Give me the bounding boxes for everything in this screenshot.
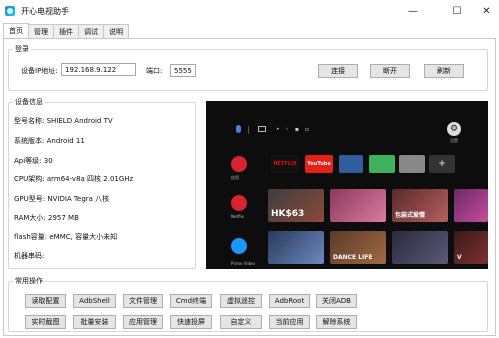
device-info-legend: 设备信息 [15,98,43,106]
info-value: arm64-v8a 四核 2.01GHz [46,175,134,183]
info-row-ram: RAM大小: 2957 MB [14,213,79,223]
info-value: 2957 MB [48,214,79,222]
file-manager-button[interactable]: 文件管理 [123,294,163,308]
current-app-button[interactable]: 当前应用 [269,315,310,329]
login-legend: 登录 [15,45,29,53]
tab-manage[interactable]: 管理 [28,24,54,38]
close-adb-button[interactable]: 关闭ADB [316,294,357,308]
poster[interactable]: DANCE LIFE [330,231,386,264]
poster[interactable] [454,189,488,222]
add-app-tile[interactable]: + [429,155,455,173]
input-source-icon [258,126,266,132]
info-row-cpu: CPU架构: arm64-v8a 四核 2.01GHz [14,174,133,184]
tab-plugins[interactable]: 插件 [53,24,79,38]
status-icons: • ◦ ▪ ▫ [276,126,311,133]
adb-root-button[interactable]: AdbRoot [269,294,310,308]
tv-screen-preview[interactable]: • ◦ ▪ ▫ ⚙ 设置 应用 Netflix Prime Video NETF… [206,101,488,269]
tab-debug[interactable]: 调试 [78,24,104,38]
adb-shell-button[interactable]: AdbShell [73,294,116,308]
info-row-os: 系统版本: Android 11 [14,136,85,146]
disconnect-button[interactable]: 断开 [370,64,410,78]
info-label: flash容量: [14,233,48,241]
virtual-remote-button[interactable]: 虚拟遥控 [220,294,262,308]
info-row-api: Api等级: 30 [14,156,53,166]
poster[interactable]: V [454,231,488,264]
info-row-gpu: GPU型号: NVIDIA Tegra 八核 [14,194,109,204]
poster[interactable] [268,231,324,264]
info-label: 系统版本: [14,137,45,145]
info-label: 型号名称: [14,117,45,125]
play-store-tile[interactable] [369,155,395,173]
refresh-button[interactable]: 刷新 [424,64,464,78]
info-value: eMMC, 容量大小未知 [49,233,118,241]
prime-video-icon [231,238,247,254]
app-tile[interactable] [399,155,425,173]
tab-home[interactable]: 首页 [3,23,29,38]
ip-label: 设备IP地址: [21,67,58,75]
read-config-button[interactable]: 读取配置 [25,294,66,308]
poster-caption: HK$63 [271,209,305,219]
info-row-model: 型号名称: SHIELD Android TV [14,116,113,126]
app-icon [5,6,15,16]
custom-button[interactable]: 自定义 [220,315,262,329]
app-tile[interactable] [339,155,363,173]
info-label: RAM大小: [14,214,46,222]
info-label: Api等级: [14,157,42,165]
quick-cast-button[interactable]: 快速投屏 [170,315,212,329]
cmd-terminal-button[interactable]: Cmd终端 [170,294,212,308]
screenshot-button[interactable]: 实时截图 [25,315,66,329]
settings-label: 设置 [450,138,458,143]
gear-icon: ⚙ [447,122,461,136]
poster[interactable]: HK$63 [268,189,324,222]
app-manager-button[interactable]: 应用管理 [123,315,163,329]
info-row-flash: flash容量: eMMC, 容量大小未知 [14,232,117,242]
apps-icon [231,156,247,172]
divider [248,126,249,134]
info-label: 机器串码: [14,252,45,260]
info-value: 30 [43,157,53,165]
ip-input[interactable]: 192.168.9.122 [61,63,136,76]
poster[interactable] [330,189,386,222]
connect-button[interactable]: 连接 [318,64,358,78]
minimize-button[interactable]: — [396,0,430,22]
port-input[interactable]: 5555 [170,64,196,77]
maximize-button[interactable]: ☐ [440,0,474,22]
poster-caption: DANCE LIFE [333,254,373,261]
prime-video-label: Prime Video [231,261,255,266]
netflix-side-icon [231,195,247,211]
window-title: 开心电视助手 [21,6,69,16]
unlock-system-button[interactable]: 解除系统 [316,315,357,329]
operations-legend: 常用操作 [15,277,43,285]
info-row-serial: 机器串码: [14,251,44,261]
batch-install-button[interactable]: 批量安装 [73,315,116,329]
youtube-tile[interactable]: YouTube [305,155,333,173]
close-button[interactable]: ✕ [474,0,499,22]
info-label: GPU型号: [14,195,46,203]
port-label: 端口: [146,67,163,75]
poster-caption: V [457,254,462,261]
netflix-side-label: Netflix [231,214,245,219]
poster-caption: 包装式爱情 [395,212,426,219]
poster[interactable]: 包装式爱情 [392,189,448,222]
poster[interactable] [392,231,448,264]
netflix-tile[interactable]: NETFLIX [271,155,299,173]
tab-help[interactable]: 说明 [103,24,129,38]
info-label: CPU架构: [14,175,45,183]
apps-label: 应用 [231,175,239,180]
tab-bar: 首页 管理 插件 调试 说明 [3,23,129,38]
info-value: SHIELD Android TV [46,117,113,125]
microphone-icon [236,125,241,133]
info-value: Android 11 [46,137,85,145]
info-value: NVIDIA Tegra 八核 [47,195,110,203]
